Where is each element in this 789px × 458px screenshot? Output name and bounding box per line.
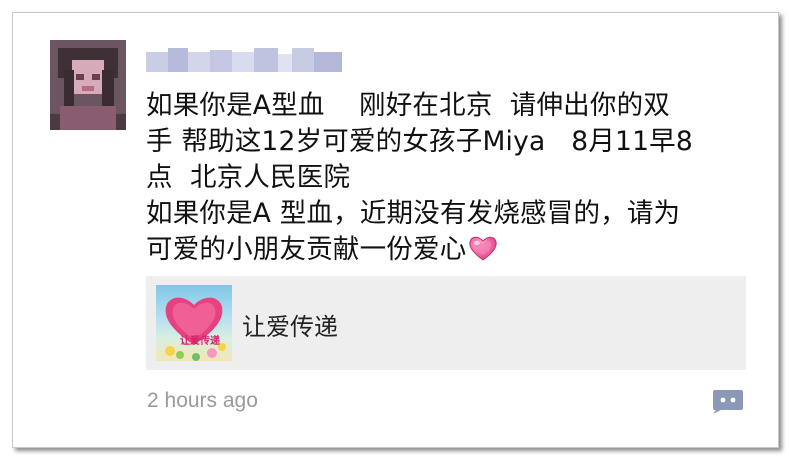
thumbnail-caption: 让爱传递 — [180, 336, 220, 347]
shared-link-card[interactable]: 让爱传递 让爱传递 — [146, 276, 746, 370]
heart-icon — [165, 297, 226, 361]
link-title[interactable]: 让爱传递 — [242, 307, 338, 342]
post-text-line: 点 北京人民医院 — [146, 162, 351, 193]
link-thumbnail: 让爱传递 — [156, 285, 232, 361]
avatar[interactable] — [50, 40, 126, 130]
username-pixelated[interactable] — [146, 44, 346, 76]
pink-heart-icon — [468, 234, 498, 262]
comment-icon[interactable] — [712, 388, 744, 415]
post-text-line: 手 帮助这12岁可爱的女孩子Miya 8月11早8 — [146, 126, 693, 157]
post-text-line: 如果你是A型血 刚好在北京 请伸出你的双 — [146, 90, 670, 121]
post-text-line-last: 可爱的小朋友贡献一份爱心 — [146, 232, 746, 268]
post-text-last-words: 可爱的小朋友贡献一份爱心 — [146, 234, 467, 265]
timestamp: 2 hours ago — [147, 389, 258, 412]
post-text: 如果你是A型血 刚好在北京 请伸出你的双 手 帮助这12岁可爱的女孩子Miya … — [146, 88, 746, 268]
post-text-line: 如果你是A 型血，近期没有发烧感冒的，请为 — [146, 198, 681, 229]
